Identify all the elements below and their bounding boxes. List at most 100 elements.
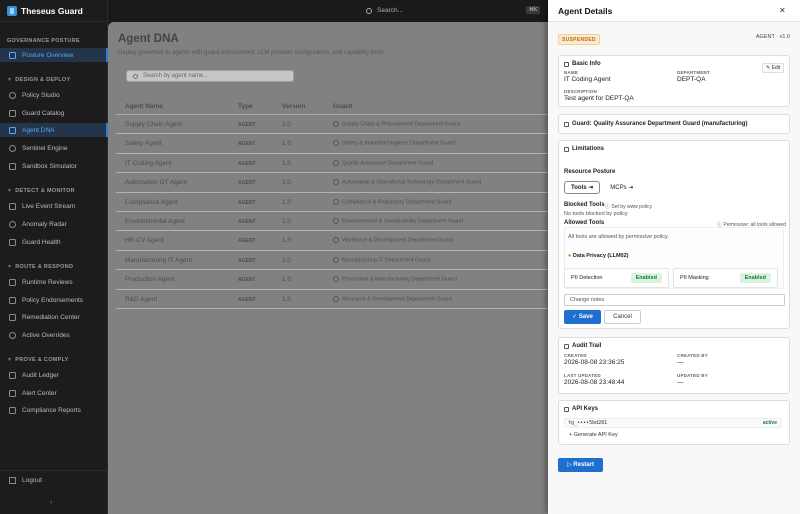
sidebar-item-posture-overview[interactable]: Posture Overview [0,48,108,62]
activity-icon [9,202,16,210]
sidebar-item-policy-endorsements[interactable]: Policy Endorsements [0,293,108,307]
blocked-tag: ⓘ Set by www policy [605,204,652,210]
sidebar-item-live-event-stream[interactable]: Live Event Stream [0,199,108,213]
edit-button[interactable]: ✎ Edit [762,63,785,73]
guard-cell: Research & Development Department Guard [333,296,452,302]
chevron-down-icon: ▼ [7,357,13,363]
guard-card[interactable]: Guard: Quality Assurance Department Guar… [558,114,790,134]
updated-by-value: — [677,379,684,386]
sidebar-item-agent-dna[interactable]: Agent DNA [0,123,108,137]
global-search[interactable]: Search... [366,4,546,17]
col-agent-name: Agent Name [125,103,163,110]
blocked-tools-title: Blocked Tools [564,202,605,208]
guard-cell: Manufacturing IT Department Guard [333,257,430,263]
table-row[interactable]: Automation OT Agent AGENT 1.0 Automation & … [116,173,548,193]
section-design-deploy[interactable]: ▼ DESIGN & DEPLOY [7,77,70,83]
sidebar-item-anomaly-radar[interactable]: Anomaly Radar [0,217,108,231]
sidebar-item-remediation-center[interactable]: Remediation Center [0,310,108,324]
override-icon [9,331,16,339]
sidebar: Theseus Guard GOVERNANCE POSTURE Posture… [0,0,108,514]
cancel-button[interactable]: Cancel [604,310,641,324]
col-type: Type [238,103,253,110]
sidebar-item-sandbox-simulator[interactable]: Sandbox Simulator [0,159,108,173]
table-row[interactable]: HR CV Agent AGENT 1.0 Workforce & Developme… [116,231,548,251]
resource-toggle: Tools ⇥ MCPs ⇥ [564,181,643,194]
table-row[interactable]: Manufacturing IT Agent AGENT 1.0 Manufactur… [116,251,548,271]
guard-cell: Workforce & Development Department Guard [333,237,453,244]
flask-icon [9,162,16,170]
chevron-left-icon[interactable]: ‹ [50,499,52,506]
version-cell: 1.0 [282,256,292,264]
agent-name-cell: IT Coding Agent [125,159,172,167]
table-row[interactable]: Production Agent AGENT 1.0 Production & Man… [116,270,548,290]
sidebar-item-policy-studio[interactable]: Policy Studio [0,88,108,102]
llm-title: ● Data Privacy (LLM02) [568,253,629,259]
guard-cell: Quality Assurance Department Guard [333,160,433,166]
guard-cell: Production & Manufacturing Department Gu… [333,276,457,283]
agent-name-cell: R&D Agent [125,295,158,303]
brand[interactable]: Theseus Guard [0,0,107,22]
tools-tab[interactable]: Tools ⇥ [564,181,601,194]
sidebar-item-audit-ledger[interactable]: Audit Ledger [0,368,108,382]
clock-icon [564,343,569,349]
mcps-tab[interactable]: MCPs ⇥ [603,181,640,194]
section-prove-comply[interactable]: ▼ PROVE & COMPLY [7,357,69,363]
table-row[interactable]: Supply Chain Agent AGENT 1.0 Supply Chain &… [116,115,548,135]
sidebar-item-guard-catalog[interactable]: Guard Catalog [0,106,108,120]
save-button[interactable]: ✓ Save [564,310,601,324]
enabled-badge[interactable]: Enabled [630,273,662,283]
sidebar-item-compliance-reports[interactable]: Compliance Reports [0,403,108,417]
name-value: IT Coding Agent [564,76,611,83]
version-cell: 1.0 [282,159,292,167]
wrench-icon [9,313,16,321]
table-row[interactable]: Compliance Agent AGENT 1.0 Compliance & Reg… [116,193,548,212]
review-icon [9,278,16,286]
api-keys-title: API Keys [564,406,598,412]
api-keys-card: API Keys tg_••••5bd281 active + Generate… [558,400,790,445]
guard-cell: Compliance & Regulatory Department Guard [333,199,451,205]
api-key-row[interactable]: tg_••••5bd281 active [564,418,782,428]
version-cell: 1.0 [282,140,292,148]
desc-label: DESCRIPTION [564,89,597,94]
section-detect-monitor[interactable]: ▼ DETECT & MONITOR [7,188,75,194]
restart-button[interactable]: ▷ Restart [558,458,603,472]
page-subtitle: Deploy governed AI agents with guard enf… [118,50,386,56]
sidebar-item-sentinel-engine[interactable]: Sentinel Engine [0,141,108,155]
table-row[interactable]: Safety Agent AGENT 1.0 Safety & Industrial … [116,134,548,154]
chevron-down-icon: ▼ [7,188,13,194]
type-cell: AGENT [238,122,256,128]
api-key-status: active [762,420,777,426]
basic-info-title: Basic Info [564,61,601,67]
col-guard: Guard [333,103,353,110]
name-label: NAME [564,70,579,75]
heart-icon [9,238,16,246]
agent-name-cell: HR CV Agent [125,237,164,245]
agent-name-cell: Automation OT Agent [125,179,188,187]
version-cell: 1.0 [282,218,292,225]
table-row[interactable]: Environmental Agent AGENT 1.0 Environmental… [116,212,548,232]
table-row[interactable]: IT Coding Agent AGENT 1.0 Quality Assurance… [116,154,548,174]
warning-icon: ● [568,253,572,259]
sidebar-item-runtime-reviews[interactable]: Runtime Reviews [0,275,108,289]
version-cell: 1.0 [282,276,292,284]
close-icon[interactable]: ✕ [779,6,786,15]
logout-icon [9,476,16,484]
search-icon [133,73,138,79]
logout-button[interactable]: Logout [9,474,42,486]
sidebar-item-alert-center[interactable]: Alert Center [0,386,108,400]
change-notes-input[interactable]: Change notes [564,294,785,306]
guard-cell: Automation & Operational Technology Depa… [333,179,481,186]
bell-icon [9,389,16,397]
generate-api-key-button[interactable]: + Generate API Key [569,432,618,438]
type-cell: AGENT [238,219,256,225]
endorse-icon [9,296,16,304]
sidebar-item-active-overrides[interactable]: Active Overrides [0,328,108,342]
section-route-respond[interactable]: ▼ ROUTE & RESPOND [7,264,73,270]
guard-cell: Safety & Industrial Hygiene Department G… [333,140,455,147]
agent-search-input[interactable]: Search by agent name... [126,70,294,82]
col-version: Version [282,103,306,110]
enabled-badge[interactable]: Enabled [739,273,771,283]
sidebar-item-guard-health[interactable]: Guard Health [0,235,108,249]
table-row[interactable]: R&D Agent AGENT 1.0 Research & Development … [116,290,548,309]
agent-name-cell: Compliance Agent [125,198,178,206]
